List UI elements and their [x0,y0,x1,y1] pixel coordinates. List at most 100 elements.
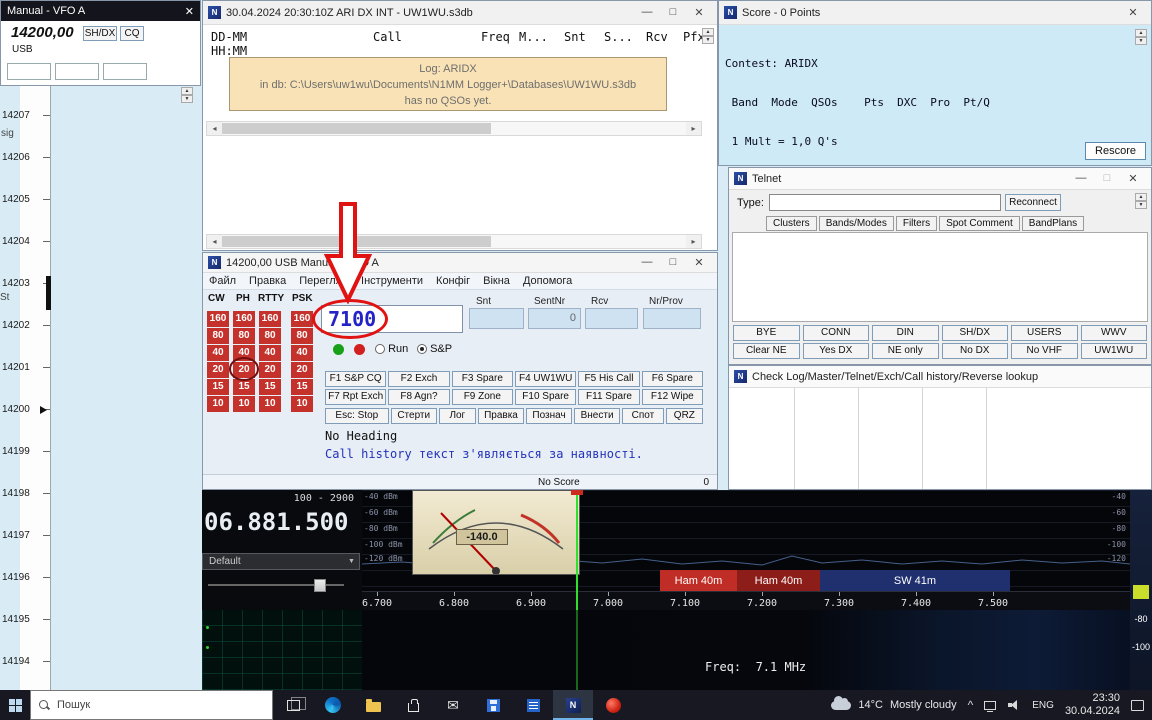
fkey-button-f12[interactable]: F12 Wipe [642,389,703,405]
explorer-button[interactable] [353,690,393,720]
fkey-button-f11[interactable]: F11 Spare [578,389,639,405]
vfo-field[interactable] [7,63,51,80]
reconnect-button[interactable]: Reconnect [1005,194,1061,211]
band-cell[interactable]: 80 [259,328,281,344]
band-cell[interactable]: 15 [259,379,281,395]
language-indicator[interactable]: ENG [1032,700,1054,711]
fkey-button-f4[interactable]: F4 UW1WU [515,371,576,387]
fkey-button-f10[interactable]: F10 Spare [515,389,576,405]
speaker-icon[interactable] [1007,699,1021,711]
band-cell[interactable]: 20 [291,362,313,378]
telnet-cmd-button[interactable]: Clear NE [733,343,800,359]
waterfall-display[interactable]: Freq: 7.1 MHz [362,610,1130,690]
rescore-button[interactable]: Rescore [1085,142,1146,160]
telnet-cmd-button[interactable]: SH/DX [942,325,1009,341]
waterfall-scale[interactable]: -80 -100 [1130,490,1152,690]
minimize-icon[interactable]: — [634,256,660,269]
fkey-button-f3[interactable]: F3 Spare [452,371,513,387]
band-cell[interactable]: 80 [233,328,255,344]
band-cell[interactable]: 20 [259,362,281,378]
fkey-button-f6[interactable]: F6 Spare [642,371,703,387]
telnet-titlebar[interactable]: N Telnet — □ ✕ [729,168,1151,190]
menu-item-windows[interactable]: Вікна [483,275,510,287]
scroll-left-arrow[interactable]: ◂ [207,122,222,135]
fkey-button-f7[interactable]: F7 Rpt Exch [325,389,386,405]
scroll-thumb[interactable] [222,123,491,134]
telnet-cmd-button[interactable]: UW1WU [1081,343,1148,359]
tab-spot-comment[interactable]: Spot Comment [939,216,1020,231]
band-cell[interactable]: 40 [207,345,229,361]
band-cell[interactable]: 15 [207,379,229,395]
menu-item-help[interactable]: Допомога [523,275,572,287]
fkey-button-f1[interactable]: F1 S&P CQ [325,371,386,387]
taskview-button[interactable] [273,690,313,720]
maximize-icon[interactable]: □ [660,256,686,269]
horizontal-scrollbar[interactable]: ◂ ▸ [206,121,702,136]
mail-button[interactable]: ✉ [433,690,473,720]
sdr-frequency-display[interactable]: 06.881.500 [204,508,349,536]
font-size-spinner[interactable]: ▲▼ [702,28,714,44]
telnet-cmd-button[interactable]: NE only [872,343,939,359]
band-cell[interactable]: 10 [259,396,281,412]
chevron-up-icon[interactable]: ^ [968,698,974,712]
scope-display[interactable] [202,610,362,690]
mark-button[interactable]: Познач [526,408,572,424]
save-app-button[interactable] [473,690,513,720]
profile-dropdown[interactable]: Default [202,553,360,570]
telnet-cmd-button[interactable]: USERS [1011,325,1078,341]
score-titlebar[interactable]: N Score - 0 Points ✕ [719,1,1151,25]
menu-item-edit[interactable]: Правка [249,275,286,287]
spot-button[interactable]: Спот [622,408,664,424]
search-box[interactable]: Пошук [30,690,273,720]
scroll-left-arrow[interactable]: ◂ [207,235,222,248]
telnet-cmd-button[interactable]: No DX [942,343,1009,359]
vfo-field[interactable] [55,63,99,80]
maximize-icon[interactable]: □ [1094,172,1120,185]
edit-button[interactable]: Правка [478,408,524,424]
band-cell[interactable]: 160 [207,311,229,327]
telnet-output[interactable] [732,232,1148,322]
band-cell[interactable]: 15 [291,379,313,395]
esc-stop-button[interactable]: Esc: Stop [325,408,389,424]
wipe-button[interactable]: Стерти [391,408,437,424]
band-cell[interactable]: 15 [233,379,255,395]
tab-bandplans[interactable]: BandPlans [1022,216,1084,231]
n1mm-taskbar-button[interactable]: N [553,690,593,720]
fkey-button-f9[interactable]: F9 Zone [452,389,513,405]
qrz-button[interactable]: QRZ [666,408,703,424]
vfo-titlebar[interactable]: Manual - VFO A ✕ [1,1,200,21]
tab-filters[interactable]: Filters [896,216,937,231]
sdr-app-button[interactable] [593,690,633,720]
rcv-field[interactable] [585,308,638,329]
telnet-cmd-button[interactable]: CONN [803,325,870,341]
sp-radio[interactable]: S&P [417,342,452,355]
maximize-icon[interactable]: □ [660,6,686,19]
telnet-cmd-button[interactable]: DIN [872,325,939,341]
close-icon[interactable]: ✕ [185,5,194,18]
telnet-cmd-button[interactable]: WWV [1081,325,1148,341]
band-cell[interactable]: 40 [259,345,281,361]
telnet-cmd-button[interactable]: No VHF [1011,343,1078,359]
band-cell[interactable]: 10 [291,396,313,412]
band-scale[interactable] [20,86,51,690]
shdx-button[interactable]: SH/DX [83,26,117,41]
vfo-field[interactable] [103,63,147,80]
type-input[interactable] [769,194,1001,211]
font-size-spinner[interactable]: ▲▼ [1135,193,1147,209]
log-button[interactable]: Лог [439,408,476,424]
store-button[interactable] [393,690,433,720]
slider-handle[interactable] [314,579,326,592]
log-titlebar[interactable]: N 30.04.2024 20:30:10Z ARI DX INT - UW1W… [203,1,717,25]
band-cell[interactable]: 160 [233,311,255,327]
menu-item-config[interactable]: Конфіг [436,275,470,287]
font-size-spinner[interactable]: ▲▼ [181,87,193,103]
telnet-cmd-button[interactable]: Yes DX [803,343,870,359]
run-radio[interactable]: Run [375,342,408,355]
tuning-line[interactable] [576,490,578,690]
font-size-spinner[interactable]: ▲▼ [1135,29,1147,45]
minimize-icon[interactable]: — [634,6,660,19]
edge-button[interactable] [313,690,353,720]
band-cell[interactable]: 80 [291,328,313,344]
band-cell[interactable]: 10 [233,396,255,412]
cq-button[interactable]: CQ [120,26,144,41]
